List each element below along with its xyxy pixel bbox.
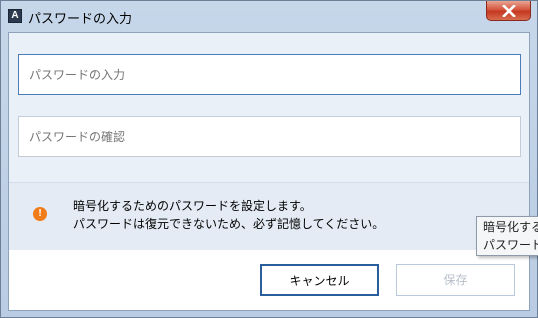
password-form — [9, 33, 529, 182]
warning-icon: ! — [33, 207, 47, 221]
password-input[interactable] — [18, 54, 521, 95]
save-button[interactable]: 保存 — [396, 264, 515, 296]
notice-line-1: 暗号化するためのパスワードを設定します。 — [73, 199, 312, 213]
notice-panel: ! 暗号化するためのパスワードを設定します。 パスワードは復元できないため、必ず… — [9, 182, 529, 250]
cancel-button[interactable]: キャンセル — [260, 264, 379, 296]
notice-line-2: パスワードは復元できないため、必ず記憶してください。 — [73, 217, 385, 231]
window-title: パスワードの入力 — [28, 12, 133, 27]
title-bar[interactable]: A パスワードの入力 — [1, 1, 537, 32]
close-button[interactable] — [486, 1, 531, 21]
tooltip: 暗号化する パスワード — [476, 216, 538, 256]
app-icon: A — [8, 9, 22, 23]
tooltip-line-1: 暗号化する — [483, 220, 538, 234]
tooltip-line-2: パスワード — [483, 238, 538, 252]
dialog-window: A パスワードの入力 ! 暗号化するためのパスワードを設定します。 パスワードは… — [0, 0, 538, 318]
notice-text: 暗号化するためのパスワードを設定します。 パスワードは復元できないため、必ず記憶… — [73, 197, 384, 233]
dialog-content: ! 暗号化するためのパスワードを設定します。 パスワードは復元できないため、必ず… — [8, 32, 530, 311]
password-confirm-input[interactable] — [18, 116, 521, 157]
close-icon — [502, 5, 516, 17]
